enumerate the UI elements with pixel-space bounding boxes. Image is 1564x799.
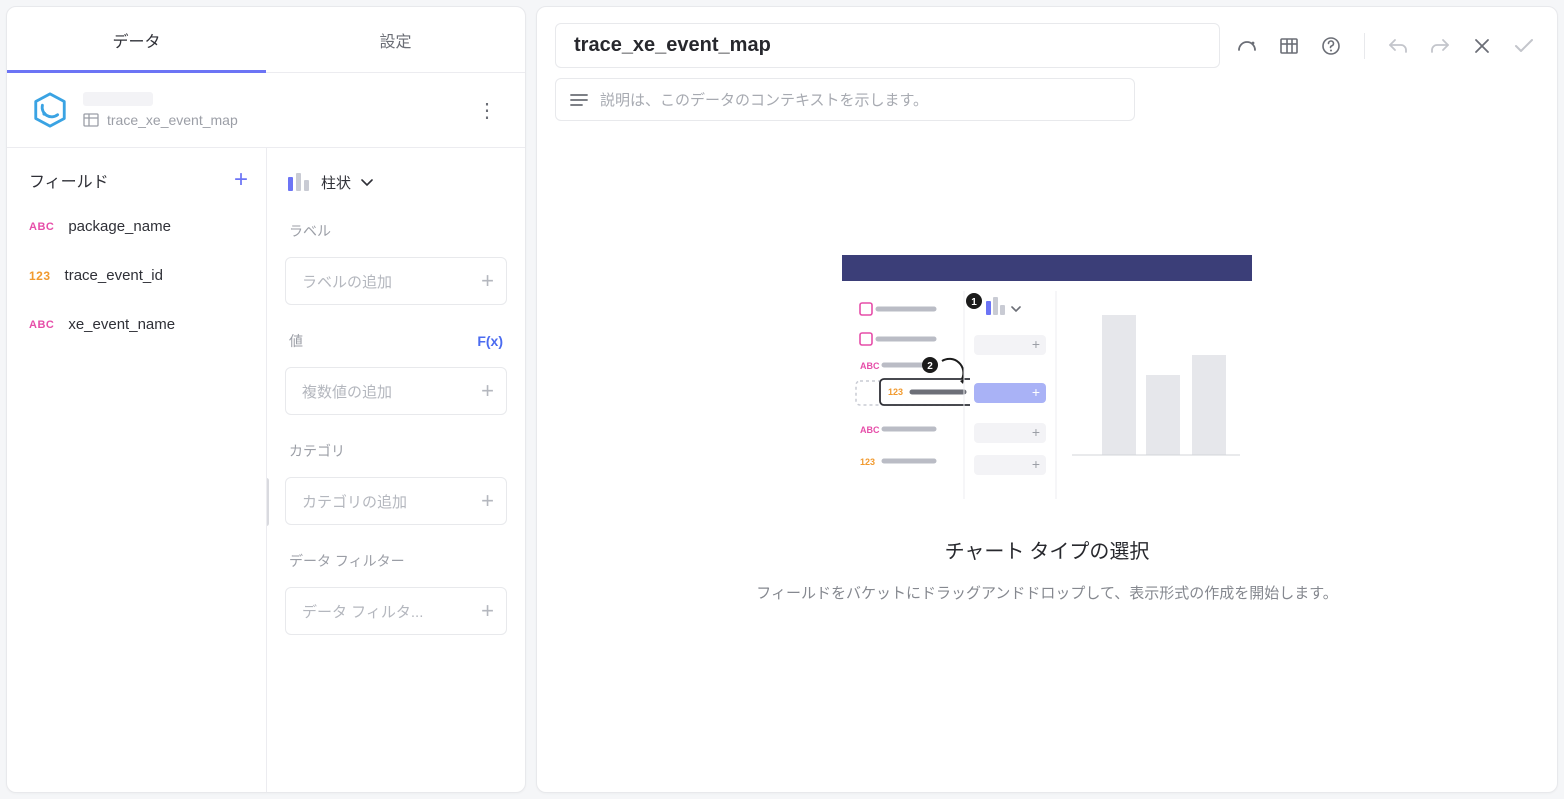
section-label-label: ラベル [267, 209, 525, 249]
svg-text:ABC: ABC [860, 425, 880, 435]
config-column: 柱状 ラベル ラベルの追加 + 値 F(x) 複数値の追加 + カテ [267, 148, 525, 792]
left-panel: データ 設定 trace_xe_event_map ⋮ フィールド [6, 6, 526, 793]
label-dropzone[interactable]: ラベルの追加 + [285, 257, 507, 305]
svg-text:2: 2 [927, 361, 933, 372]
redo-button[interactable] [1425, 31, 1455, 61]
bar-chart-icon [287, 173, 311, 193]
help-icon[interactable] [1316, 31, 1346, 61]
split-columns: フィールド + ABC package_name 123 trace_event… [7, 148, 525, 792]
value-dropzone[interactable]: 複数値の追加 + [285, 367, 507, 415]
chevron-down-icon [361, 179, 373, 187]
type-badge-abc-icon: ABC [29, 221, 54, 233]
plus-icon: + [481, 270, 494, 292]
illustration-title: チャート タイプの選択 [945, 535, 1150, 564]
datasource-logo-icon [31, 91, 69, 129]
undo-button[interactable] [1383, 31, 1413, 61]
datasource-table-label: trace_xe_event_map [83, 112, 455, 128]
field-name: trace_event_id [65, 267, 163, 284]
table-icon [83, 112, 99, 128]
field-item[interactable]: ABC xe_event_name [7, 300, 266, 349]
svg-text:ABC: ABC [860, 361, 880, 371]
confirm-button[interactable] [1509, 31, 1539, 61]
datasource-name-placeholder [83, 92, 153, 106]
svg-text:+: + [1032, 384, 1040, 400]
plus-icon: + [481, 600, 494, 622]
type-badge-123-icon: 123 [29, 269, 51, 283]
paragraph-icon [570, 93, 588, 107]
illustration-area: ABC 123 ABC 123 + + [555, 121, 1539, 776]
section-label-value: 値 F(x) [267, 319, 525, 359]
section-title: 値 [289, 331, 303, 351]
chart-placeholder-illustration-icon: ABC 123 ABC 123 + + [842, 255, 1252, 505]
datasource-table-name: trace_xe_event_map [107, 112, 238, 128]
svg-text:+: + [1032, 456, 1040, 472]
dropzone-placeholder: ラベルの追加 [302, 271, 392, 292]
illustration-subtitle: フィールドをバケットにドラッグアンドドロップして、表示形式の作成を開始します。 [756, 582, 1337, 603]
gauge-icon[interactable] [1232, 31, 1262, 61]
title-input[interactable]: trace_xe_event_map [555, 23, 1220, 68]
datasource-more-button[interactable]: ⋮ [469, 94, 505, 127]
chart-type-label: 柱状 [321, 172, 351, 193]
close-button[interactable] [1467, 31, 1497, 61]
description-placeholder: 説明は、このデータのコンテキストを示します。 [600, 89, 928, 110]
tab-data[interactable]: データ [7, 7, 266, 72]
category-dropzone[interactable]: カテゴリの追加 + [285, 477, 507, 525]
divider [1364, 33, 1365, 59]
right-panel: trace_xe_event_map 説明は、このデータのコンテキストを示します… [536, 6, 1558, 793]
section-label-category: カテゴリ [267, 429, 525, 469]
datasource-texts: trace_xe_event_map [83, 92, 455, 128]
titlebar: trace_xe_event_map [555, 23, 1539, 68]
field-item[interactable]: ABC package_name [7, 202, 266, 251]
plus-icon: + [481, 490, 494, 512]
field-name: package_name [68, 218, 171, 235]
section-title: カテゴリ [289, 441, 345, 461]
svg-text:123: 123 [860, 457, 875, 467]
fields-header: フィールド + [7, 162, 266, 202]
section-label-filter: データ フィルター [267, 539, 525, 579]
type-badge-abc-icon: ABC [29, 319, 54, 331]
dropzone-placeholder: 複数値の追加 [302, 381, 392, 402]
table-view-icon[interactable] [1274, 31, 1304, 61]
add-field-button[interactable]: + [234, 168, 248, 192]
svg-text:+: + [1032, 424, 1040, 440]
dropzone-placeholder: データ フィルタ... [302, 601, 423, 622]
description-input[interactable]: 説明は、このデータのコンテキストを示します。 [555, 78, 1135, 121]
svg-text:1: 1 [971, 297, 977, 308]
svg-text:+: + [1032, 336, 1040, 352]
section-title: データ フィルター [289, 551, 405, 571]
scroll-handle[interactable] [267, 478, 269, 526]
dropzone-placeholder: カテゴリの追加 [302, 491, 407, 512]
filter-dropzone[interactable]: データ フィルタ... + [285, 587, 507, 635]
tabs: データ 設定 [7, 7, 525, 73]
field-item[interactable]: 123 trace_event_id [7, 251, 266, 300]
svg-text:123: 123 [888, 387, 903, 397]
fields-column: フィールド + ABC package_name 123 trace_event… [7, 148, 267, 792]
chart-type-selector[interactable]: 柱状 [267, 162, 525, 209]
tab-settings[interactable]: 設定 [266, 7, 525, 72]
fx-button[interactable]: F(x) [477, 333, 503, 349]
section-title: ラベル [289, 221, 331, 241]
field-name: xe_event_name [68, 316, 175, 333]
datasource-row: trace_xe_event_map ⋮ [7, 73, 525, 148]
plus-icon: + [481, 380, 494, 402]
fields-header-label: フィールド [29, 168, 109, 192]
